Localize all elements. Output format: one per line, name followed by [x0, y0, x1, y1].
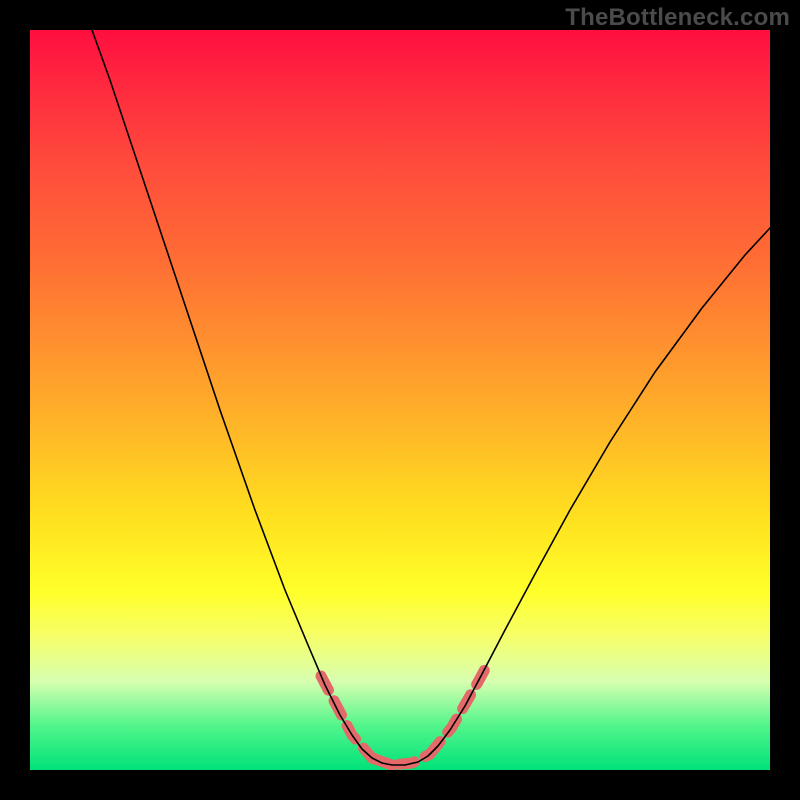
- highlight-ascending: [430, 660, 490, 754]
- bottleneck-curve: [92, 30, 770, 765]
- highlight-descending: [321, 676, 392, 765]
- chart-frame: TheBottleneck.com: [0, 0, 800, 800]
- plot-area: [30, 30, 770, 770]
- watermark-text: TheBottleneck.com: [565, 4, 790, 32]
- curve-svg: [30, 30, 770, 770]
